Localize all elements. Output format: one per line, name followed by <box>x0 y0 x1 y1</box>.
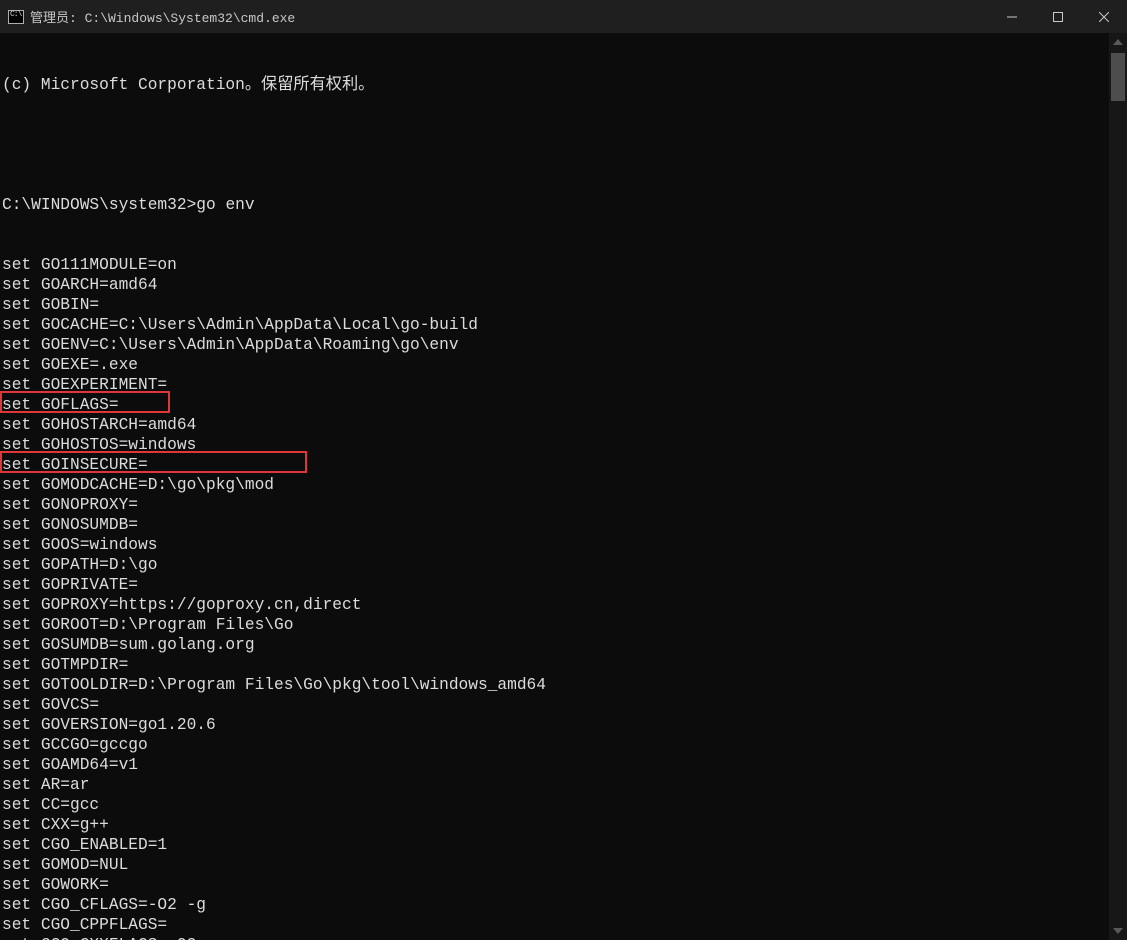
prompt: C:\WINDOWS\system32> <box>2 195 196 215</box>
output-line: set CGO_CPPFLAGS= <box>2 915 1109 935</box>
copyright-line: (c) Microsoft Corporation。保留所有权利。 <box>2 75 1109 95</box>
output-line: set CGO_CFLAGS=-O2 -g <box>2 895 1109 915</box>
output-line: set GOAMD64=v1 <box>2 755 1109 775</box>
blank-line <box>2 135 1109 155</box>
output-line: set GOOS=windows <box>2 535 1109 555</box>
maximize-button[interactable] <box>1035 0 1081 33</box>
command-output: set GO111MODULE=onset GOARCH=amd64set GO… <box>2 255 1109 940</box>
output-line: set GOPROXY=https://goproxy.cn,direct <box>2 595 1109 615</box>
output-line: set GOFLAGS= <box>2 395 1109 415</box>
output-line: set GCCGO=gccgo <box>2 735 1109 755</box>
output-line: set GOVERSION=go1.20.6 <box>2 715 1109 735</box>
output-line: set GOMOD=NUL <box>2 855 1109 875</box>
scroll-thumb[interactable] <box>1111 53 1125 101</box>
output-line: set GOENV=C:\Users\Admin\AppData\Roaming… <box>2 335 1109 355</box>
terminal-text[interactable]: (c) Microsoft Corporation。保留所有权利。 C:\WIN… <box>0 33 1109 940</box>
output-line: set GOARCH=amd64 <box>2 275 1109 295</box>
minimize-button[interactable] <box>989 0 1035 33</box>
output-line: set GOTMPDIR= <box>2 655 1109 675</box>
vertical-scrollbar[interactable] <box>1109 33 1127 940</box>
output-line: set GOROOT=D:\Program Files\Go <box>2 615 1109 635</box>
window-title: 管理员: C:\Windows\System32\cmd.exe <box>30 7 295 26</box>
output-line: set GOTOOLDIR=D:\Program Files\Go\pkg\to… <box>2 675 1109 695</box>
output-line: set AR=ar <box>2 775 1109 795</box>
output-line: set GOWORK= <box>2 875 1109 895</box>
output-line: set GOINSECURE= <box>2 455 1109 475</box>
output-line: set GOBIN= <box>2 295 1109 315</box>
close-button[interactable] <box>1081 0 1127 33</box>
output-line: set GOPATH=D:\go <box>2 555 1109 575</box>
scroll-down-button[interactable] <box>1109 922 1127 940</box>
output-line: set GOHOSTARCH=amd64 <box>2 415 1109 435</box>
output-line: set CC=gcc <box>2 795 1109 815</box>
scroll-up-button[interactable] <box>1109 33 1127 51</box>
output-line: set GOHOSTOS=windows <box>2 435 1109 455</box>
terminal-area[interactable]: (c) Microsoft Corporation。保留所有权利。 C:\WIN… <box>0 33 1127 940</box>
output-line: set GONOSUMDB= <box>2 515 1109 535</box>
command-line: C:\WINDOWS\system32>go env <box>2 195 1109 215</box>
cmd-icon <box>8 10 24 24</box>
typed-command: go env <box>196 195 254 215</box>
output-line: set GONOPROXY= <box>2 495 1109 515</box>
output-line: set GOEXE=.exe <box>2 355 1109 375</box>
output-line: set GOPRIVATE= <box>2 575 1109 595</box>
output-line: set CGO_CXXFLAGS=-O2 -g <box>2 935 1109 940</box>
output-line: set GOEXPERIMENT= <box>2 375 1109 395</box>
output-line: set CGO_ENABLED=1 <box>2 835 1109 855</box>
title-bar[interactable]: 管理员: C:\Windows\System32\cmd.exe <box>0 0 1127 33</box>
output-line: set GO111MODULE=on <box>2 255 1109 275</box>
output-line: set GOMODCACHE=D:\go\pkg\mod <box>2 475 1109 495</box>
output-line: set GOSUMDB=sum.golang.org <box>2 635 1109 655</box>
output-line: set CXX=g++ <box>2 815 1109 835</box>
output-line: set GOCACHE=C:\Users\Admin\AppData\Local… <box>2 315 1109 335</box>
output-line: set GOVCS= <box>2 695 1109 715</box>
